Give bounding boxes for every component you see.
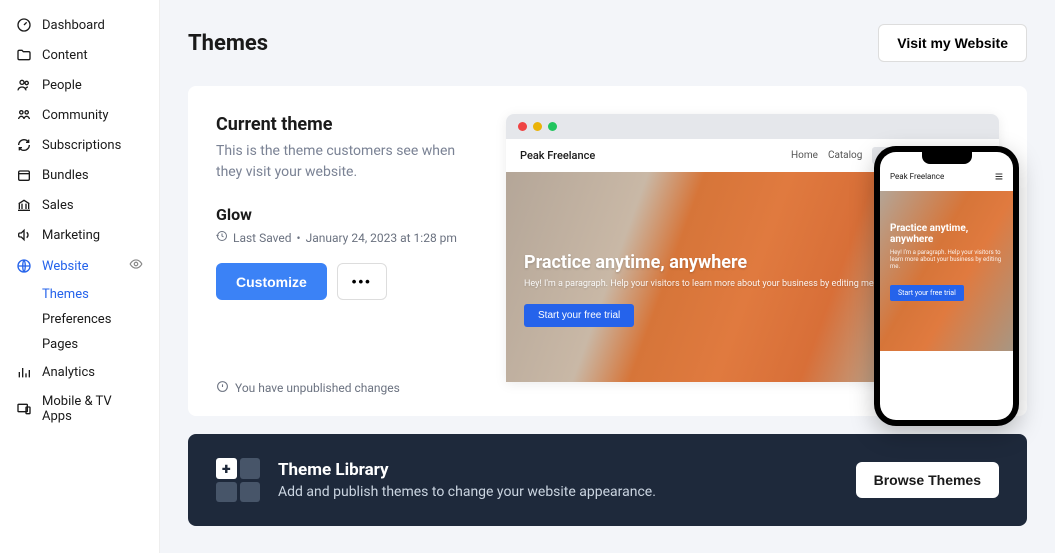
sidebar-item-bundles[interactable]: Bundles xyxy=(0,160,159,190)
phone-hero-subtitle: Hey! I'm a paragraph. Help your visitors… xyxy=(890,249,1003,270)
preview-nav-home: Home xyxy=(791,150,818,161)
phone-site-logo: Peak Freelance xyxy=(890,172,944,181)
preview-nav-catalog: Catalog xyxy=(828,150,862,161)
browser-chrome xyxy=(506,114,999,139)
sidebar-sub-themes[interactable]: Themes xyxy=(42,282,159,307)
bank-icon xyxy=(16,197,32,213)
sidebar-item-community[interactable]: Community xyxy=(0,100,159,130)
sidebar-item-label: Bundles xyxy=(42,168,89,183)
sidebar-item-label: Community xyxy=(42,108,109,123)
refresh-icon xyxy=(16,137,32,153)
theme-actions: Customize ••• xyxy=(216,263,466,300)
sidebar-item-label: Subscriptions xyxy=(42,138,121,153)
sidebar-item-people[interactable]: People xyxy=(0,70,159,100)
preview-site-logo: Peak Freelance xyxy=(520,149,595,162)
history-icon xyxy=(216,230,228,245)
sidebar-item-dashboard[interactable]: Dashboard xyxy=(0,10,159,40)
last-saved-row: Last Saved • January 24, 2023 at 1:28 pm xyxy=(216,230,466,245)
sidebar-sub-preferences[interactable]: Preferences xyxy=(42,307,159,332)
page-title: Themes xyxy=(188,31,268,56)
sidebar-sub-pages[interactable]: Pages xyxy=(42,332,159,357)
globe-icon xyxy=(16,258,32,274)
current-theme-heading: Current theme xyxy=(216,114,466,135)
sidebar-item-label: Content xyxy=(42,48,88,63)
sidebar-item-sales[interactable]: Sales xyxy=(0,190,159,220)
sidebar-item-label: Website xyxy=(42,259,89,274)
sidebar-item-label: Marketing xyxy=(42,228,100,243)
sidebar-item-label: Dashboard xyxy=(42,18,105,33)
phone-cta-button: Start your free trial xyxy=(890,285,964,301)
window-minimize-dot xyxy=(533,122,542,131)
customize-button[interactable]: Customize xyxy=(216,263,327,300)
current-theme-info: Current theme This is the theme customer… xyxy=(216,114,466,396)
phone-hero: Practice anytime, anywhere Hey! I'm a pa… xyxy=(880,191,1013,351)
browse-themes-button[interactable]: Browse Themes xyxy=(856,462,999,498)
sidebar-website-submenu: Themes Preferences Pages xyxy=(0,282,159,357)
sidebar-item-marketing[interactable]: Marketing xyxy=(0,220,159,250)
more-actions-button[interactable]: ••• xyxy=(337,263,387,300)
phone-hero-title: Practice anytime, anywhere xyxy=(890,223,1003,245)
theme-library-icon: + xyxy=(216,458,260,502)
sidebar-item-label: Analytics xyxy=(42,365,95,380)
theme-library-card: + Theme Library Add and publish themes t… xyxy=(188,434,1027,526)
last-saved-date: January 24, 2023 at 1:28 pm xyxy=(306,231,457,245)
theme-preview: Peak Freelance Home Catalog Sign In Join… xyxy=(506,114,999,396)
separator-dot: • xyxy=(297,231,301,245)
community-icon xyxy=(16,107,32,123)
last-saved-label: Last Saved xyxy=(233,231,292,245)
sidebar-item-subscriptions[interactable]: Subscriptions xyxy=(0,130,159,160)
sidebar: Dashboard Content People Community Subsc… xyxy=(0,0,160,553)
window-close-dot xyxy=(518,122,527,131)
unpublished-notice: You have unpublished changes xyxy=(216,380,466,396)
current-theme-description: This is the theme customers see when the… xyxy=(216,141,466,183)
gauge-icon xyxy=(16,17,32,33)
eye-icon xyxy=(129,257,143,275)
page-header: Themes Visit my Website xyxy=(188,24,1027,62)
visit-website-button[interactable]: Visit my Website xyxy=(878,24,1027,62)
hamburger-icon: ≡ xyxy=(995,168,1003,185)
chart-icon xyxy=(16,364,32,380)
sidebar-item-label: Mobile & TV Apps xyxy=(42,394,143,424)
sidebar-item-content[interactable]: Content xyxy=(0,40,159,70)
sidebar-item-website[interactable]: Website xyxy=(0,250,159,282)
unpublished-text: You have unpublished changes xyxy=(235,381,400,395)
window-maximize-dot xyxy=(548,122,557,131)
preview-cta-button: Start your free trial xyxy=(524,304,634,327)
theme-library-title: Theme Library xyxy=(278,460,838,480)
devices-icon xyxy=(16,401,32,417)
plus-icon: + xyxy=(216,458,237,479)
people-icon xyxy=(16,77,32,93)
theme-name: Glow xyxy=(216,205,466,224)
info-icon xyxy=(216,380,229,396)
main-content: Themes Visit my Website Current theme Th… xyxy=(160,0,1055,553)
sidebar-item-analytics[interactable]: Analytics xyxy=(0,357,159,387)
phone-status-time: 18:30 xyxy=(888,155,905,163)
theme-library-description: Add and publish themes to change your we… xyxy=(278,484,838,500)
sidebar-item-label: People xyxy=(42,78,82,93)
phone-notch xyxy=(922,152,972,164)
sidebar-item-label: Sales xyxy=(42,198,74,213)
current-theme-card: Current theme This is the theme customer… xyxy=(188,86,1027,416)
phone-screen: 18:30 Peak Freelance ≡ Practice anytime,… xyxy=(880,152,1013,420)
theme-library-text: Theme Library Add and publish themes to … xyxy=(278,460,838,500)
phone-preview: 18:30 Peak Freelance ≡ Practice anytime,… xyxy=(874,146,1019,426)
package-icon xyxy=(16,167,32,183)
megaphone-icon xyxy=(16,227,32,243)
sidebar-item-mobile-tv[interactable]: Mobile & TV Apps xyxy=(0,387,159,431)
folder-icon xyxy=(16,47,32,63)
